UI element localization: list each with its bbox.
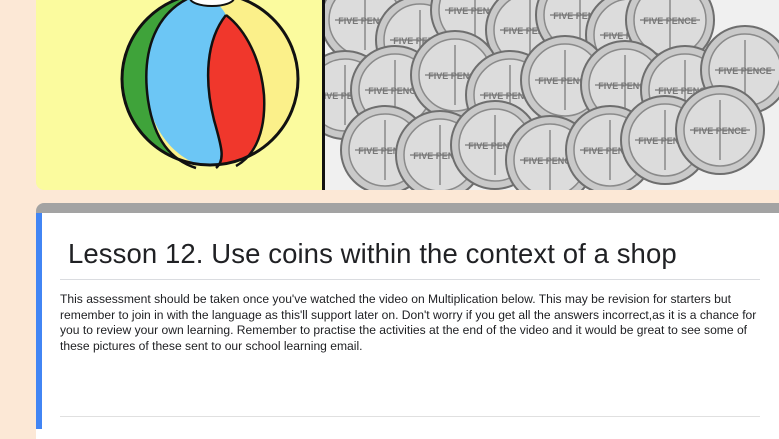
form-description: This assessment should be taken once you… — [60, 292, 757, 353]
beach-ball-icon — [120, 0, 300, 170]
coin-label: FIVE PENCE — [718, 66, 772, 76]
card-accent-bar — [36, 213, 42, 429]
five-pence-coin: FIVE PENCE — [675, 85, 765, 175]
five-pence-coins-picture: FIVE PENCE FIVE PENCE FIVE PENCE FIVE PENCE… — [325, 0, 779, 190]
beach-ball-picture — [36, 0, 325, 190]
coin-label: FIVE PENCE — [643, 16, 697, 26]
section-divider — [60, 416, 760, 417]
coin-label: FIVE PENCE — [693, 126, 747, 136]
form-title: Lesson 12. Use coins within the context … — [68, 238, 677, 269]
title-divider — [60, 279, 760, 280]
coins-icon: FIVE PENCEFIVE PENCEFIVE PENCEFIVE PENCE… — [325, 0, 779, 190]
header-image: FIVE PENCE FIVE PENCE FIVE PENCE FIVE PENCE… — [36, 0, 779, 190]
